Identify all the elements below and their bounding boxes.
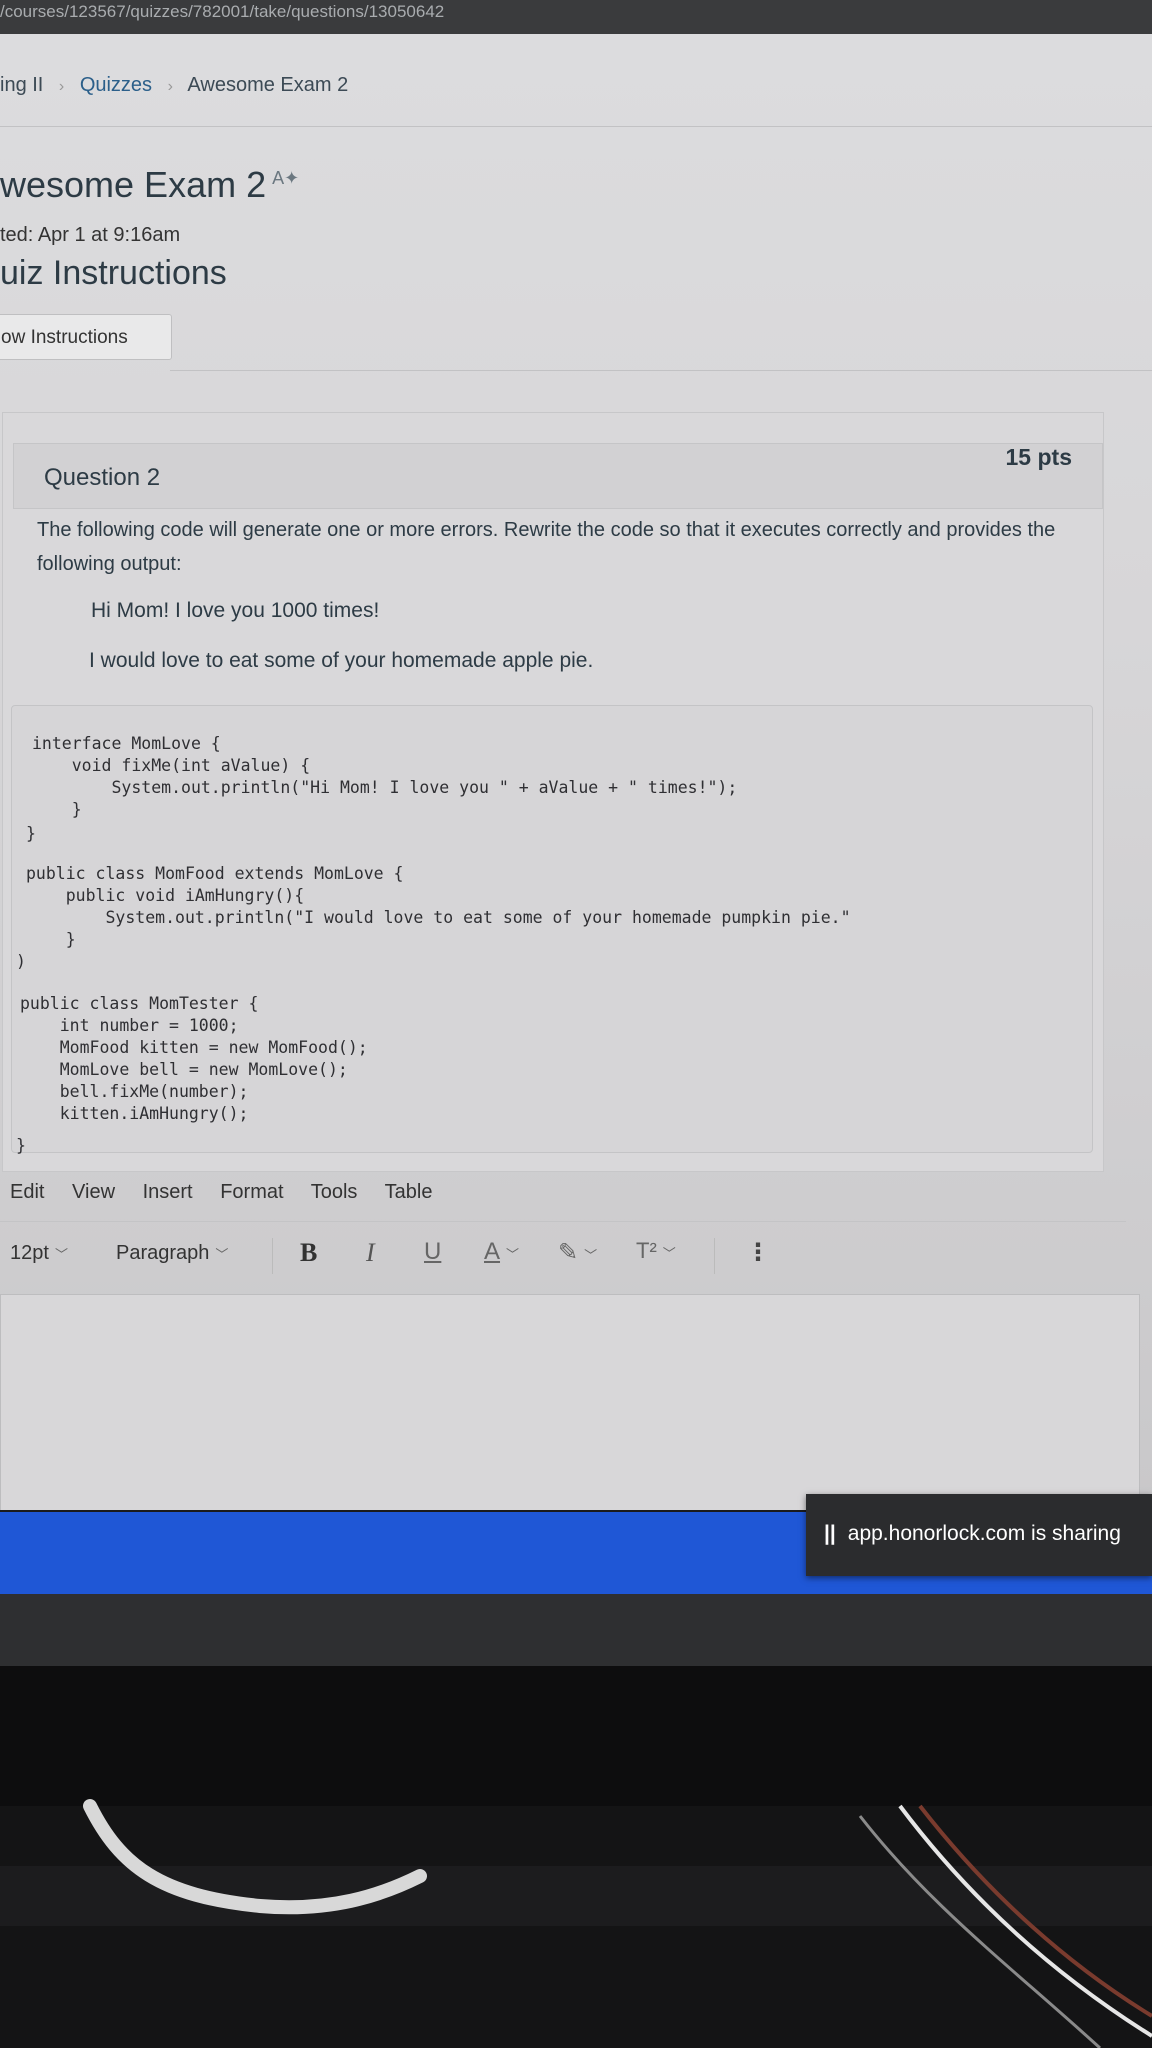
code-line: kitten.iAmHungry(); [20, 1104, 249, 1123]
chevron-down-icon: ﹀ [54, 1247, 68, 1262]
breadcrumb-separator-icon: › [167, 78, 173, 95]
highlight-color-button[interactable]: ✎ ﹀ [558, 1238, 597, 1267]
menu-tools[interactable]: Tools [311, 1181, 358, 1203]
chevron-down-icon: ﹀ [506, 1247, 520, 1262]
code-line: ) [16, 952, 26, 971]
italic-button[interactable]: I [366, 1238, 375, 1268]
superscript-icon: T² [636, 1238, 657, 1263]
expected-output-line-1: Hi Mom! I love you 1000 times! [91, 599, 380, 622]
code-line: System.out.println("I would love to eat … [26, 908, 851, 927]
code-block: interface MomLove { void fixMe(int aValu… [11, 705, 1093, 1155]
text-color-icon: A [484, 1238, 501, 1265]
desk-cables-photo [0, 1799, 1152, 2048]
code-line: bell.fixMe(number); [20, 1082, 249, 1101]
menu-edit[interactable]: Edit [10, 1181, 44, 1203]
screen-share-notification[interactable]: || app.honorlock.com is sharing [806, 1494, 1152, 1576]
code-line: int number = 1000; [20, 1016, 239, 1035]
quiz-title-text: wesome Exam 2 [0, 164, 267, 205]
block-format-value: Paragraph [116, 1242, 210, 1264]
page-title: wesome Exam 2 A✦ [0, 164, 299, 206]
code-line: } [26, 930, 76, 949]
menu-view[interactable]: View [72, 1181, 115, 1203]
code-line: interface MomLove { [32, 734, 221, 753]
quiz-page: ing II › Quizzes › Awesome Exam 2 wesome… [0, 34, 1152, 1510]
question-name: Question 2 [44, 464, 161, 491]
breadcrumb-quizzes[interactable]: Quizzes [80, 74, 152, 96]
started-timestamp: ted: Apr 1 at 9:16am [0, 224, 181, 246]
section-divider [170, 370, 1152, 371]
breadcrumb: ing II › Quizzes › Awesome Exam 2 [0, 74, 348, 97]
header-divider [0, 126, 1152, 127]
code-line: } [32, 800, 82, 819]
toolbar-divider [714, 1238, 715, 1274]
toolbar-divider [272, 1238, 273, 1274]
code-line: System.out.println("Hi Mom! I love you "… [32, 778, 738, 797]
question-prompt: The following code will generate one or … [37, 519, 1056, 575]
instructions-heading: uiz Instructions [0, 254, 227, 292]
code-line: public class MomFood extends MomLove { [26, 864, 404, 883]
show-instructions-button[interactable]: ow Instructions [0, 314, 172, 360]
screen-share-text: app.honorlock.com is sharing [847, 1522, 1121, 1545]
address-bar[interactable]: /courses/123567/quizzes/782001/take/ques… [0, 0, 1152, 34]
chevron-down-icon: ﹀ [662, 1246, 676, 1261]
question-card: Question 2 15 pts The following code wil… [2, 412, 1104, 1172]
question-points: 15 pts [1005, 444, 1072, 470]
bold-button[interactable]: B [300, 1238, 317, 1268]
code-line: } [26, 824, 36, 843]
pause-icon: || [824, 1522, 836, 1545]
menu-format[interactable]: Format [220, 1181, 283, 1203]
editor-menubar: Edit View Insert Format Tools Table [10, 1181, 454, 1204]
breadcrumb-current: Awesome Exam 2 [187, 74, 349, 96]
text-color-button[interactable]: A ﹀ [484, 1238, 519, 1266]
taskbar [0, 1594, 1152, 1666]
breadcrumb-separator-icon: › [58, 78, 65, 95]
answer-editor[interactable] [0, 1294, 1140, 1510]
code-line: public class MomTester { [20, 994, 259, 1013]
accessibility-icon[interactable]: A✦ [272, 168, 299, 188]
menu-table[interactable]: Table [385, 1181, 433, 1203]
breadcrumb-course[interactable]: ing II [0, 74, 43, 96]
code-line: MomFood kitten = new MomFood(); [20, 1038, 368, 1057]
code-line: } [16, 1136, 26, 1155]
block-format-select[interactable]: Paragraph ﹀ [116, 1242, 228, 1265]
underline-button[interactable]: U [424, 1238, 441, 1266]
font-size-select[interactable]: 12pt ﹀ [10, 1242, 68, 1265]
code-line: MomLove bell = new MomLove(); [20, 1060, 348, 1079]
code-line: void fixMe(int aValue) { [32, 756, 311, 775]
expected-output-line-2: I would love to eat some of your homemad… [89, 649, 594, 672]
menubar-divider [0, 1221, 1126, 1222]
chevron-down-icon: ﹀ [215, 1247, 229, 1262]
highlighter-icon: ✎ [558, 1239, 579, 1266]
chevron-down-icon: ﹀ [584, 1248, 598, 1263]
font-size-value: 12pt [10, 1242, 49, 1264]
superscript-button[interactable]: T² ﹀ [636, 1238, 676, 1264]
code-line: public void iAmHungry(){ [26, 886, 305, 905]
more-options-button[interactable]: ⋮ [746, 1238, 770, 1267]
editor-toolbar: 12pt ﹀ Paragraph ﹀ B I U A ﹀ ✎ ﹀ T² ﹀ ⋮ [10, 1234, 1120, 1278]
question-header: Question 2 15 pts [13, 443, 1103, 509]
url-text: /courses/123567/quizzes/782001/take/ques… [0, 2, 445, 21]
menu-insert[interactable]: Insert [143, 1181, 193, 1203]
